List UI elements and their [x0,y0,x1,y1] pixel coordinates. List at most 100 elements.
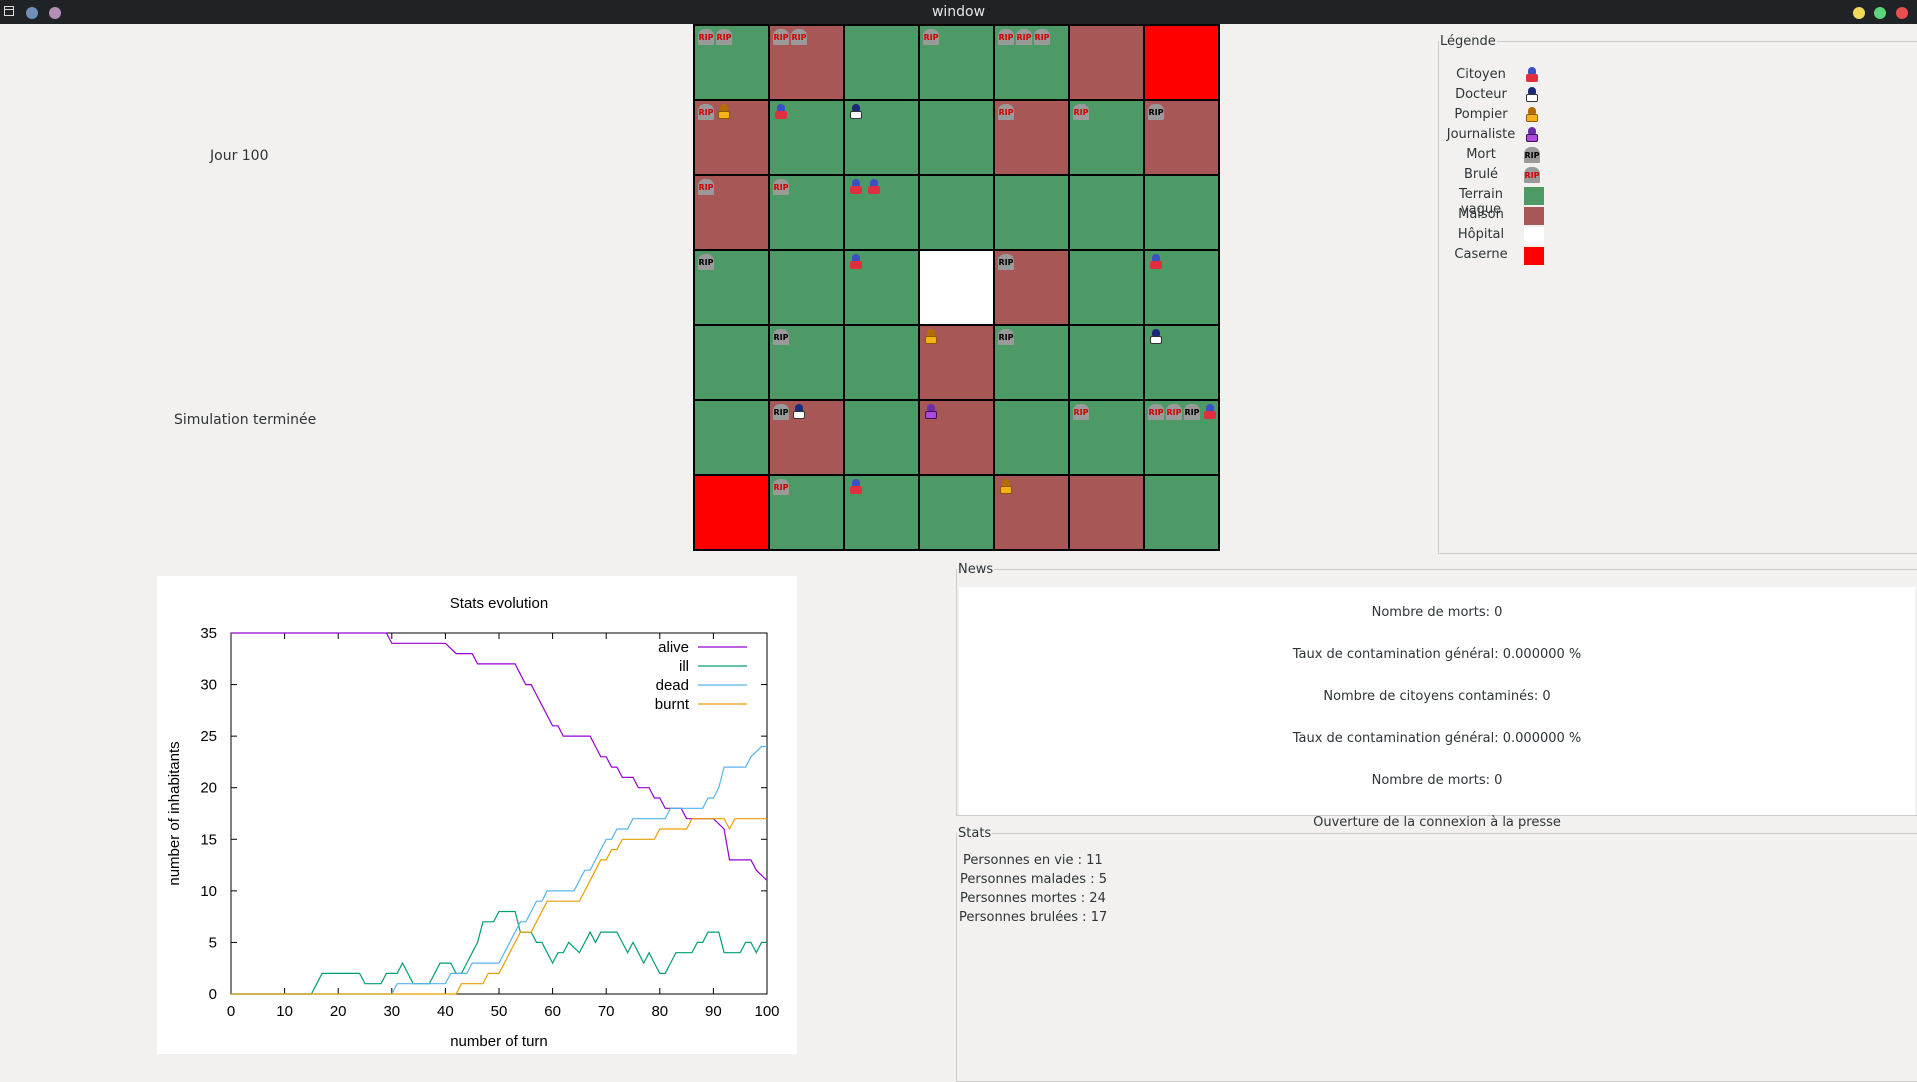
grid-cell-maison: RIP [995,101,1068,174]
x-tick-label: 70 [598,1003,615,1020]
legend-symbol [1524,67,1544,85]
grid-cell-terrain [845,401,918,474]
grid-cell-hopital [920,251,993,324]
x-tick-label: 60 [544,1003,561,1020]
chart-title: Stats evolution [450,595,548,612]
grid-cell-terrain [695,326,768,399]
grid-cell-maison [1070,26,1143,99]
legend-symbol: RIP [1524,167,1544,185]
x-tick-label: 80 [651,1003,668,1020]
close-button[interactable] [1896,7,1908,19]
series-line-ill [231,910,767,995]
grid-cell-terrain [695,401,768,474]
burnt-marker-icon: RIP [698,104,714,120]
citoyen-icon [848,479,864,495]
grid-cell-maison: RIP [770,401,843,474]
burnt-marker-icon: RIP [791,29,807,45]
legend-label-burnt: burnt [655,696,690,713]
legend-item-label: Caserne [1454,247,1508,262]
y-tick-label: 25 [200,728,217,745]
stat-alive: Personnes en vie : 11 [963,853,1103,868]
burnt-marker-icon: RIP [1016,29,1032,45]
simulation-status-label: Simulation terminée [174,412,317,428]
news-item: Nombre de citoyens contaminés: 0 [1323,689,1551,704]
grid-cell-maison [995,476,1068,549]
legend-item-label: Journaliste [1446,127,1516,142]
grid-cell-terrain [845,176,918,249]
burnt-marker-icon: RIP [1524,167,1540,183]
stats-panel: Stats Personnes en vie : 11 Personnes ma… [956,826,1917,1082]
x-tick-label: 100 [754,1003,779,1020]
minimize-button[interactable] [1853,7,1865,19]
dead-marker-icon: RIP [998,254,1014,270]
docteur-icon [791,404,807,420]
dead-marker-icon: RIP [773,329,789,345]
burnt-marker-icon: RIP [773,479,789,495]
stats-evolution-chart: 0 10 20 30 40 50 60 70 80 90 100 0 5 10 15 20 25 30 35 Stat… [157,576,797,1054]
grid-cell-terrain [920,176,993,249]
stat-ill: Personnes malades : 5 [960,872,1107,887]
grid-cell-terrain [845,326,918,399]
citoyen-icon [848,179,864,195]
legend-symbol: RIP [1524,147,1544,165]
y-tick-label: 30 [200,677,217,694]
legend-item-label: Brulé [1463,167,1499,182]
x-tick-label: 0 [227,1003,235,1020]
legend-item: Caserne [1439,246,1559,265]
legend-item-label: Docteur [1455,87,1507,102]
legend-panel: Légende Citoyen Docteur Pompier Journaliste… [1438,34,1917,554]
legend-swatch [1524,207,1544,225]
grid-cell-terrain [920,101,993,174]
grid-cell-terrain [1145,326,1218,399]
grid-cell-maison: RIP [995,251,1068,324]
legend-title: Légende [1440,34,1496,49]
maximize-button[interactable] [1874,7,1886,19]
stat-dead: Personnes mortes : 24 [960,891,1106,906]
grid-cell-terrain [770,251,843,324]
grid-cell-terrain: RIP [1070,101,1143,174]
citoyen-icon [1524,67,1540,83]
grid-cell-terrain: RIP [1070,401,1143,474]
grid-cell-terrain [845,101,918,174]
news-list: Nombre de morts: 0 Taux de contamination… [959,587,1915,830]
x-tick-label: 50 [491,1003,508,1020]
legend-item: Mort RIP [1439,146,1559,164]
legend-symbol [1524,87,1544,105]
grid-cell-terrain: RIP RIP [695,26,768,99]
legend-symbol [1524,107,1544,125]
legend-item-label: Mort [1466,147,1496,162]
burnt-marker-icon: RIP [1073,104,1089,120]
y-tick-label: 10 [200,883,217,900]
legend-item: Pompier [1439,106,1559,124]
docteur-icon [848,104,864,120]
legend-item-label: Pompier [1454,107,1508,122]
citoyen-icon [866,179,882,195]
legend-item: Hôpital [1439,226,1559,245]
burnt-marker-icon: RIP [698,179,714,195]
x-tick-label: 40 [437,1003,454,1020]
day-label: Jour 100 [210,148,269,164]
grid-cell-caserne [695,476,768,549]
citoyen-icon [848,254,864,270]
burnt-marker-icon: RIP [773,179,789,195]
burnt-marker-icon: RIP [1166,404,1182,420]
legend-symbol [1524,127,1544,145]
grid-cell-terrain [920,476,993,549]
grid-cell-maison [920,326,993,399]
y-tick-label: 0 [209,986,217,1003]
grid-cell-terrain [845,251,918,324]
stats-title: Stats [958,826,992,841]
docteur-icon [1148,329,1164,345]
x-axis-label: number of turn [450,1033,548,1050]
dead-marker-icon: RIP [998,329,1014,345]
burnt-marker-icon: RIP [1073,404,1089,420]
news-item: Nombre de morts: 0 [1371,773,1503,788]
grid-cell-terrain: RIP [995,326,1068,399]
legend-item: Journaliste [1439,126,1559,144]
burnt-marker-icon: RIP [998,29,1014,45]
dead-marker-icon: RIP [1184,404,1200,420]
x-tick-label: 20 [330,1003,347,1020]
news-title: News [958,562,994,577]
legend-item: Citoyen [1439,66,1559,84]
grid-cell-terrain [845,26,918,99]
